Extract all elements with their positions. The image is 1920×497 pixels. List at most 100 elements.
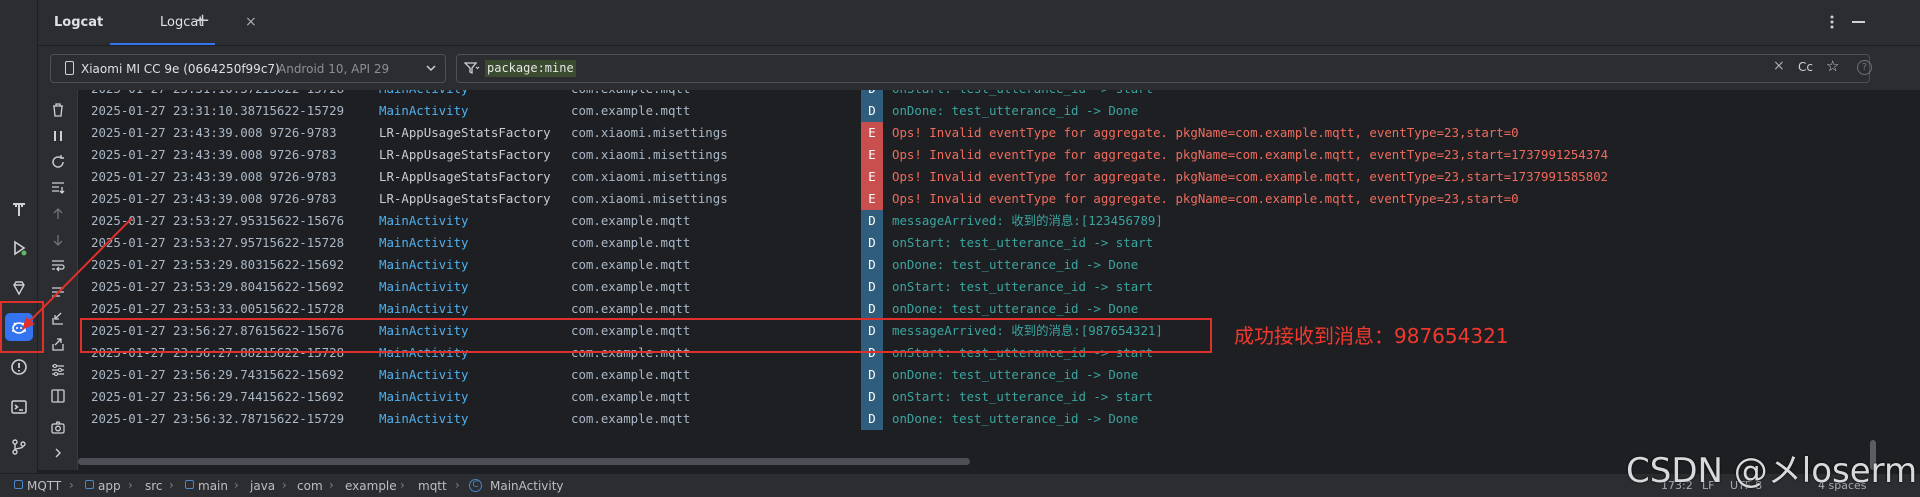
log-package: com.xiaomi.misettings	[571, 147, 728, 162]
log-time: 2025-01-27 23:56:32.787	[91, 411, 263, 426]
breadcrumb-item[interactable]: example	[345, 479, 397, 493]
breadcrumb-item[interactable]: mqtt	[418, 479, 447, 493]
log-message: onStart: test_utterance_id -> start	[892, 389, 1154, 404]
log-row[interactable]: 2025-01-27 23:43:39.008 9726-9783 LR-AppU…	[78, 188, 1878, 210]
log-row[interactable]: 2025-01-27 23:53:29.804 15622-15692 MainAc…	[78, 276, 1878, 298]
filter-input[interactable]: package:mine	[456, 54, 1870, 83]
log-row[interactable]: 2025-01-27 23:53:27.957 15622-15728 MainAc…	[78, 232, 1878, 254]
log-row[interactable]: 2025-01-27 23:43:39.008 9726-9783 LR-AppU…	[78, 144, 1878, 166]
log-tag: LR-AppUsageStatsFactory	[379, 147, 551, 162]
log-package: com.example.mqtt	[571, 301, 691, 316]
log-pid: 9726-9783	[262, 191, 337, 206]
log-package: com.example.mqtt	[571, 279, 691, 294]
camera-icon[interactable]	[49, 418, 67, 436]
log-level-badge: D	[861, 408, 883, 430]
log-tag: LR-AppUsageStatsFactory	[379, 191, 551, 206]
log-row[interactable]: 2025-01-27 23:56:29.743 15622-15692 MainAc…	[78, 364, 1878, 386]
log-pid: 15622-15729	[262, 411, 345, 426]
split-view-icon[interactable]	[49, 387, 67, 405]
log-level-badge: D	[861, 210, 883, 232]
log-row[interactable]: 2025-01-27 23:56:29.744 15622-15692 MainAc…	[78, 386, 1878, 408]
horizontal-scrollbar[interactable]	[78, 458, 970, 465]
log-tag: MainActivity	[379, 279, 469, 294]
log-level-badge: D	[861, 298, 883, 320]
log-package: com.example.mqtt	[571, 213, 691, 228]
log-tag: MainActivity	[379, 367, 469, 382]
match-case-toggle[interactable]: Cc	[1798, 60, 1813, 74]
chevron-right-icon[interactable]	[49, 444, 67, 462]
log-package: com.example.mqtt	[571, 103, 691, 118]
log-level-badge: D	[861, 364, 883, 386]
tab-close-icon[interactable]: ×	[245, 14, 257, 30]
log-message: onStart: test_utterance_id -> start	[892, 235, 1154, 250]
settings-sliders-icon[interactable]	[49, 361, 67, 379]
log-level-badge: D	[861, 386, 883, 408]
device-info: Android 10, API 29	[278, 62, 390, 76]
filter-row: Xiaomi MI CC 9e (0664250f99c7) Android 1…	[38, 46, 1920, 90]
git-branch-icon[interactable]	[5, 433, 33, 461]
log-tag: MainActivity	[379, 235, 469, 250]
log-package: com.example.mqtt	[571, 257, 691, 272]
log-pid: 15622-15728	[262, 235, 345, 250]
minimize-icon[interactable]	[1852, 21, 1865, 23]
log-tag: MainActivity	[379, 411, 469, 426]
log-message: Ops! Invalid eventType for aggregate. pk…	[892, 125, 1519, 140]
class-icon: C	[469, 479, 482, 492]
help-icon[interactable]: ?	[1857, 60, 1872, 75]
breadcrumb-item[interactable]: com	[297, 479, 323, 493]
log-package: com.xiaomi.misettings	[571, 191, 728, 206]
log-level-badge: E	[861, 166, 883, 188]
log-level-badge: E	[861, 188, 883, 210]
log-row[interactable]: 2025-01-27 23:56:32.787 15622-15729 MainAc…	[78, 408, 1878, 430]
log-row[interactable]: 2025-01-27 23:43:39.008 9726-9783 LR-AppU…	[78, 122, 1878, 144]
terminal-icon[interactable]	[5, 393, 33, 421]
breadcrumb-item[interactable]: main	[198, 479, 228, 493]
more-options-icon[interactable]	[1829, 14, 1835, 34]
filter-icon[interactable]	[463, 61, 480, 78]
log-row[interactable]: 2025-01-27 23:31:10.387 15622-15729 MainAc…	[78, 100, 1878, 122]
module-icon	[85, 480, 94, 489]
log-message: Ops! Invalid eventType for aggregate. pk…	[892, 169, 1609, 184]
log-row[interactable]: 2025-01-27 23:53:33.005 15622-15728 MainAc…	[78, 298, 1878, 320]
log-row[interactable]: 2025-01-27 23:53:27.953 15622-15676 MainAc…	[78, 210, 1878, 232]
log-tag: MainActivity	[379, 257, 469, 272]
log-package: com.example.mqtt	[571, 235, 691, 250]
log-pid: 15622-15692	[262, 257, 345, 272]
log-tag: MainActivity	[379, 389, 469, 404]
favorite-star-icon[interactable]: ☆	[1826, 57, 1839, 75]
log-message: messageArrived: 收到的消息:[123456789]	[892, 213, 1163, 228]
log-pid: 15622-15729	[262, 103, 345, 118]
filter-query: package:mine	[485, 60, 576, 77]
breadcrumb-item[interactable]: java	[250, 479, 275, 493]
log-package: com.example.mqtt	[571, 411, 691, 426]
log-tag: MainActivity	[379, 103, 469, 118]
log-row[interactable]: 2025-01-27 23:43:39.008 9726-9783 LR-AppU…	[78, 166, 1878, 188]
log-message: onDone: test_utterance_id -> Done	[892, 257, 1139, 272]
breadcrumb-item[interactable]: MainActivity	[490, 479, 564, 493]
log-list[interactable]: 2025-01-27 23:31:10.372 15622-15728 Main…	[78, 90, 1878, 470]
clear-filter-icon[interactable]: ×	[1773, 58, 1785, 74]
add-tab-icon[interactable]: +	[195, 10, 210, 31]
breadcrumb-item[interactable]: app	[98, 479, 121, 493]
breadcrumb-item[interactable]: MQTT	[27, 479, 61, 493]
annotation-arrow	[22, 217, 133, 330]
log-level-badge: D	[861, 276, 883, 298]
log-level-badge: E	[861, 144, 883, 166]
log-tag: LR-AppUsageStatsFactory	[379, 169, 551, 184]
log-message: Ops! Invalid eventType for aggregate. pk…	[892, 191, 1519, 206]
breadcrumb-item[interactable]: src	[145, 479, 163, 493]
problems-icon[interactable]	[5, 353, 33, 381]
annotation-highlight-box	[80, 318, 1212, 353]
log-message: onDone: test_utterance_id -> Done	[892, 411, 1139, 426]
log-level-badge: D	[861, 232, 883, 254]
log-tag: MainActivity	[379, 301, 469, 316]
watermark: CSDN @メloserm	[1626, 451, 1918, 491]
log-row-partial[interactable]: 2025-01-27 23:31:10.372 15622-15728 Main…	[78, 90, 1878, 100]
annotation-note: 成功接收到消息：987654321	[1234, 324, 1509, 348]
log-package: com.example.mqtt	[571, 389, 691, 404]
log-level-badge: D	[861, 254, 883, 276]
log-message: onDone: test_utterance_id -> Done	[892, 103, 1139, 118]
log-row[interactable]: 2025-01-27 23:53:29.803 15622-15692 MainAc…	[78, 254, 1878, 276]
log-package: com.xiaomi.misettings	[571, 125, 728, 140]
log-time: 2025-01-27 23:56:29.744	[91, 389, 263, 404]
